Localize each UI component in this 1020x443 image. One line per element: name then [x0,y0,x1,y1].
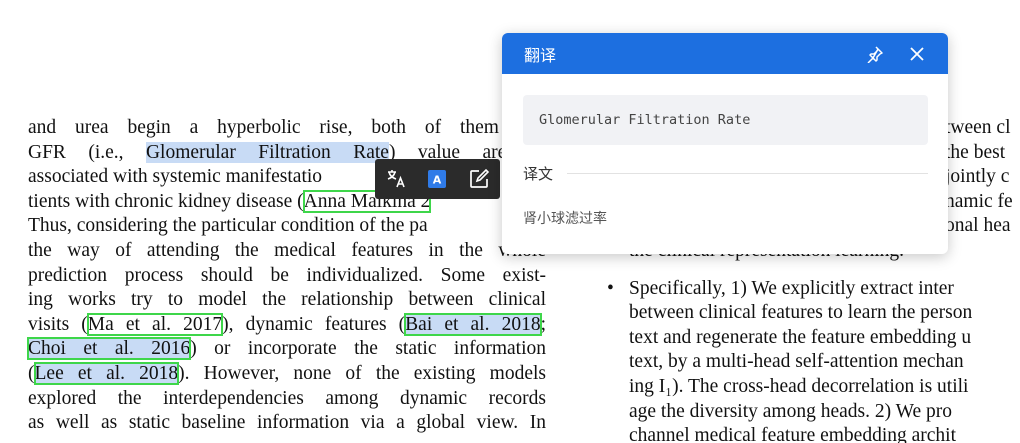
text-line: Choi et al. 2016) or incorporate the sta… [26,337,546,361]
close-button[interactable] [906,43,928,65]
source-text: Glomerular Filtration Rate [539,112,751,128]
selection-toolbar: A [375,159,500,199]
close-icon [910,46,924,61]
svg-text:A: A [433,174,442,187]
text-line: text, by a multi-head self-attention mec… [629,351,964,373]
result-label: 译文 [523,165,554,183]
text-line: age the diversity among heads. 2) We pro [629,400,952,422]
text-line: the way of attending the medical feature… [28,239,546,261]
text-line: and urea begin a hyperbolic rise, both o… [28,117,546,138]
text-line: channel medical feature embedding archit [629,425,957,443]
citation-link[interactable]: Lee et al. 2018 [33,361,180,385]
pin-button[interactable] [864,43,886,65]
text-line: between clinical features to learn the p… [629,302,973,324]
citation-link[interactable]: Bai et al. 2018 [404,312,542,336]
text-line: ing works try to model the relationship … [28,289,546,311]
bullet-marker: • [607,277,614,299]
popup-title: 翻译 [524,45,557,65]
pin-icon [867,45,883,63]
text-line: Specifically, 1) We explicitly extract i… [629,277,954,299]
translate-icon [387,170,405,188]
source-text-box[interactable]: Glomerular Filtration Rate [523,95,928,145]
text-line: Thus, considering the particular conditi… [28,215,428,237]
text-line: text and regenerate the feature embeddin… [629,326,972,348]
text-line: (Lee et al. 2018). However, none of the … [28,361,546,385]
text-line: prediction process should be individuali… [28,264,546,286]
popup-header[interactable]: 翻译 [502,33,948,74]
result-label-row: 译文 [523,163,928,184]
highlight-button[interactable]: A [424,166,450,192]
text-line: explored the interdependencies among dyn… [28,387,546,409]
text-line: visits (Ma et al. 2017), dynamic feature… [28,312,546,336]
text-line: ing I₁). The cross-head decorrelation is… [629,375,969,397]
selected-text[interactable]: Glomerular Filtration Rate [145,141,389,163]
translation-result: 肾小球滤过率 [523,211,607,227]
edit-note-button[interactable] [466,166,492,192]
text-line: as well as static baseline information v… [28,412,546,434]
translation-popup: 翻译 Glomerular Filtration Rate 译文 肾小球滤过率 [502,33,948,254]
citation-link[interactable]: Ma et al. 2017 [86,312,224,336]
translate-button[interactable] [383,166,409,192]
edit-note-icon [470,168,490,188]
divider [567,173,928,174]
highlight-icon: A [428,170,447,188]
bullet-item: • Specifically, 1) We explicitly extract… [605,277,1020,443]
citation-link[interactable]: Choi et al. 2016 [26,337,192,361]
